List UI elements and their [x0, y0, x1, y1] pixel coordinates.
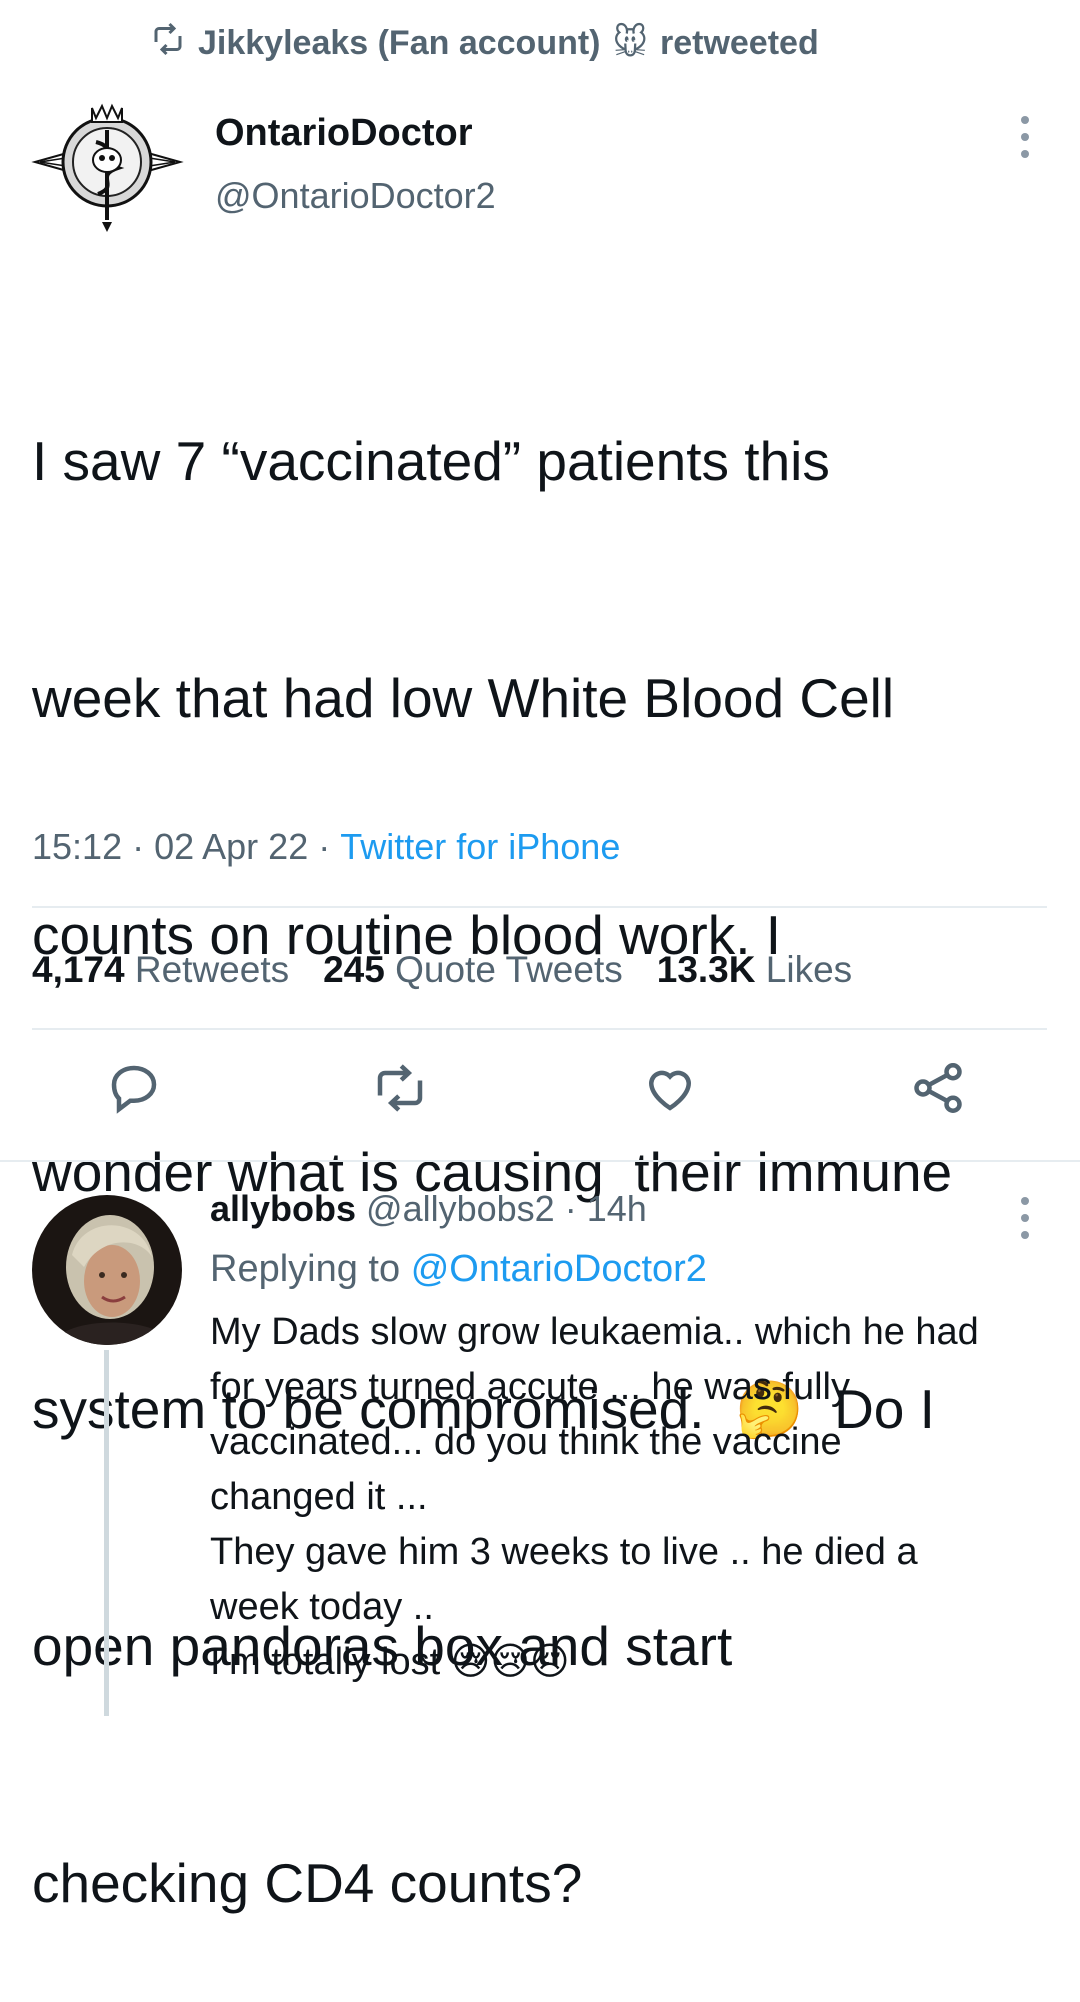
- retweets-stat[interactable]: 4,174 Retweets: [32, 949, 289, 991]
- reply-separator: ·: [564, 1188, 577, 1229]
- quotes-label: Quote Tweets: [395, 949, 623, 990]
- meta-separator: ·: [132, 826, 145, 867]
- retweeter-name[interactable]: Jikkyleaks (Fan account): [198, 24, 601, 63]
- tweet-text-line: checking CD4 counts?: [32, 1852, 583, 1914]
- thread-line: [104, 1350, 109, 1716]
- tweet-text-line: I saw 7 “vaccinated” patients this: [32, 430, 830, 492]
- retweet-context[interactable]: Jikkyleaks (Fan account) 🐭 retweeted: [150, 18, 819, 68]
- user-photo-icon: [32, 1195, 182, 1345]
- caduceus-emblem-icon: [31, 103, 184, 232]
- reply-text-line: for years turned accute ... he was fully: [210, 1366, 850, 1408]
- meta-separator: ·: [318, 826, 331, 867]
- reply-text-line: changed it ...: [210, 1476, 428, 1518]
- replying-to-link[interactable]: @OntarioDoctor2: [411, 1248, 707, 1290]
- tweet-client-link[interactable]: Twitter for iPhone: [340, 826, 620, 868]
- retweets-count: 4,174: [32, 949, 125, 990]
- action-bar: [0, 1058, 1080, 1138]
- reply-header: allybobs @allybobs2 · 14h: [210, 1188, 647, 1230]
- reply-text-line: week today ..: [210, 1586, 434, 1628]
- share-icon[interactable]: [908, 1058, 968, 1118]
- reply-author-handle[interactable]: @allybobs2: [366, 1188, 555, 1230]
- author-avatar[interactable]: [30, 100, 185, 235]
- divider: [32, 1028, 1047, 1030]
- quote-tweets-stat[interactable]: 245 Quote Tweets: [323, 949, 623, 991]
- more-options-icon[interactable]: [1010, 112, 1040, 162]
- likes-label: Likes: [765, 949, 853, 990]
- reply-icon[interactable]: [104, 1058, 164, 1118]
- reply-text-line: I’m totally lost 😢😢😢: [210, 1641, 570, 1683]
- more-options-icon[interactable]: [1010, 1193, 1040, 1243]
- likes-count: 13.3K: [656, 949, 756, 990]
- tweet-meta: 15:12 · 02 Apr 22 · Twitter for iPhone: [32, 826, 620, 868]
- reply-avatar[interactable]: [32, 1195, 182, 1345]
- reply-text-line: My Dads slow grow leukaemia.. which he h…: [210, 1311, 979, 1353]
- quotes-count: 245: [323, 949, 385, 990]
- tweet-text-line: week that had low White Blood Cell: [32, 667, 895, 729]
- retweet-action-icon[interactable]: [370, 1058, 430, 1118]
- reply-text-line: vaccinated... do you think the vaccine: [210, 1421, 842, 1463]
- divider: [32, 906, 1047, 908]
- retweet-icon: [150, 21, 186, 66]
- replying-prefix: Replying to: [210, 1248, 401, 1290]
- tweet-time[interactable]: 15:12: [32, 826, 122, 868]
- section-divider: [0, 1160, 1080, 1162]
- replying-to: Replying to @OntarioDoctor2: [210, 1248, 707, 1291]
- retweets-label: Retweets: [134, 949, 290, 990]
- retweeted-label: retweeted: [659, 23, 819, 62]
- reply-text: My Dads slow grow leukaemia.. which he h…: [210, 1305, 1060, 1690]
- tweet-stats: 4,174 Retweets 245 Quote Tweets 13.3K Li…: [32, 944, 852, 996]
- like-heart-icon[interactable]: [640, 1058, 700, 1118]
- mouse-emoji-icon: 🐭: [612, 24, 648, 62]
- reply-author-name[interactable]: allybobs: [210, 1188, 356, 1230]
- author-handle[interactable]: @OntarioDoctor2: [215, 175, 496, 217]
- reply-text-line: They gave him 3 weeks to live .. he died…: [210, 1531, 918, 1573]
- tweet-date[interactable]: 02 Apr 22: [154, 826, 308, 868]
- author-name[interactable]: OntarioDoctor: [215, 112, 473, 155]
- likes-stat[interactable]: 13.3K Likes: [657, 949, 852, 991]
- reply-time[interactable]: 14h: [587, 1188, 647, 1230]
